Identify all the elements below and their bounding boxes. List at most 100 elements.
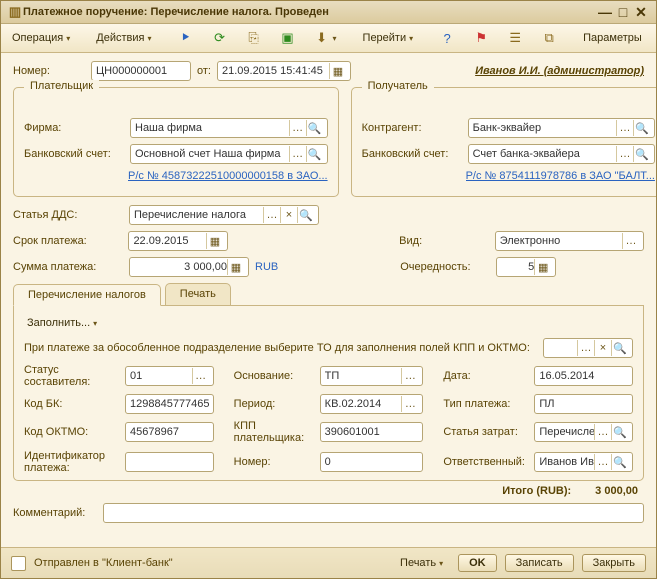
tool-config-button[interactable]: ⧉ xyxy=(534,27,564,49)
num-field[interactable] xyxy=(320,452,424,472)
tab-tax[interactable]: Перечисление налогов xyxy=(13,284,161,306)
select-icon[interactable]: … xyxy=(577,340,594,356)
select-icon[interactable]: … xyxy=(401,396,418,412)
calendar-icon[interactable]: ▦ xyxy=(206,233,223,249)
period-field[interactable]: … xyxy=(320,394,424,414)
num-input[interactable] xyxy=(325,453,419,471)
select-icon[interactable]: … xyxy=(594,424,611,440)
tool-list-button[interactable]: ☰ xyxy=(500,27,530,49)
kpp-field[interactable] xyxy=(320,422,424,442)
cost-field[interactable]: …🔍 xyxy=(534,422,633,442)
contragent-input[interactable] xyxy=(473,119,616,137)
period-input[interactable] xyxy=(325,395,402,413)
lookup-icon[interactable]: 🔍 xyxy=(611,340,628,356)
date-input[interactable] xyxy=(222,62,329,80)
params-button[interactable]: Параметры xyxy=(576,29,649,47)
oktmo-field[interactable] xyxy=(125,422,214,442)
cost-input[interactable] xyxy=(539,423,594,441)
calc-icon[interactable]: ▦ xyxy=(227,259,244,275)
tab-print[interactable]: Печать xyxy=(165,283,231,305)
tool-post-button[interactable]: ⯈ xyxy=(171,27,201,49)
reason-field[interactable]: … xyxy=(320,366,424,386)
kpp-input[interactable] xyxy=(325,423,419,441)
kind-field[interactable]: … xyxy=(495,231,644,251)
save-button[interactable]: Записать xyxy=(505,554,574,572)
calendar-icon[interactable]: ▦ xyxy=(329,63,346,79)
payer-account-input[interactable] xyxy=(135,145,289,163)
comment-field[interactable] xyxy=(103,503,644,523)
calc-icon[interactable]: ▦ xyxy=(534,259,551,275)
resp-input[interactable] xyxy=(539,453,594,471)
order-input[interactable] xyxy=(501,258,534,276)
print-menu[interactable]: Печать ▾ xyxy=(393,554,450,572)
oktmo-input[interactable] xyxy=(130,423,209,441)
reason-input[interactable] xyxy=(325,367,402,385)
close-button[interactable]: ✕ xyxy=(632,4,650,20)
order-field[interactable]: ▦ xyxy=(496,257,556,277)
tool-structure-button[interactable]: ⚑ xyxy=(466,27,496,49)
ptype-field[interactable] xyxy=(534,394,633,414)
go-menu[interactable]: Перейти ▾ xyxy=(356,29,421,47)
user-link[interactable]: Иванов И.И. (администратор) xyxy=(475,65,644,77)
select-icon[interactable]: … xyxy=(289,120,306,136)
status-field[interactable]: … xyxy=(125,366,214,386)
kbk-field[interactable] xyxy=(125,394,214,414)
lookup-icon[interactable]: 🔍 xyxy=(297,207,314,223)
tdate-field[interactable] xyxy=(534,366,633,386)
minimize-button[interactable]: — xyxy=(596,4,614,20)
id-input[interactable] xyxy=(130,453,209,471)
select-icon[interactable]: … xyxy=(289,146,306,162)
due-field[interactable]: ▦ xyxy=(128,231,228,251)
clear-icon[interactable]: × xyxy=(594,340,611,356)
payee-account-field[interactable]: … 🔍 xyxy=(468,144,655,164)
kind-input[interactable] xyxy=(500,232,622,250)
firm-field[interactable]: … 🔍 xyxy=(130,118,328,138)
ok-button[interactable]: OK xyxy=(458,554,497,572)
payee-rs-link[interactable]: Р/с № 8754111978786 в ЗАО "БАЛТ... xyxy=(466,170,655,182)
to-field[interactable]: … × 🔍 xyxy=(543,338,633,358)
number-field[interactable] xyxy=(91,61,191,81)
resp-field[interactable]: …🔍 xyxy=(534,452,633,472)
select-icon[interactable]: … xyxy=(594,454,611,470)
id-field[interactable] xyxy=(125,452,214,472)
lookup-icon[interactable]: 🔍 xyxy=(306,146,323,162)
select-icon[interactable]: … xyxy=(616,120,633,136)
payer-rs-link[interactable]: Р/с № 45873222510000000158 в ЗАО... xyxy=(128,170,328,182)
dds-input[interactable] xyxy=(134,206,263,224)
select-icon[interactable]: … xyxy=(192,368,209,384)
lookup-icon[interactable]: 🔍 xyxy=(633,120,650,136)
clear-icon[interactable]: × xyxy=(280,207,297,223)
contragent-field[interactable]: … 🔍 xyxy=(468,118,655,138)
actions-menu[interactable]: Действия ▾ xyxy=(89,29,158,47)
payee-account-input[interactable] xyxy=(473,145,616,163)
tdate-input[interactable] xyxy=(539,367,628,385)
tool-help-button[interactable]: ? xyxy=(432,27,462,49)
comment-input[interactable] xyxy=(108,504,639,522)
close-form-button[interactable]: Закрыть xyxy=(582,554,646,572)
date-field[interactable]: ▦ xyxy=(217,61,351,81)
tool-attach-button[interactable]: ⬇▾ xyxy=(307,27,344,49)
lookup-icon[interactable]: 🔍 xyxy=(611,454,628,470)
payer-account-field[interactable]: … 🔍 xyxy=(130,144,328,164)
select-icon[interactable]: … xyxy=(622,233,639,249)
due-input[interactable] xyxy=(133,232,206,250)
maximize-button[interactable]: □ xyxy=(614,4,632,20)
status-input[interactable] xyxy=(130,367,192,385)
operation-menu[interactable]: Операция ▾ xyxy=(5,29,77,47)
lookup-icon[interactable]: 🔍 xyxy=(633,146,650,162)
to-input[interactable] xyxy=(548,339,577,357)
select-icon[interactable]: … xyxy=(263,207,280,223)
kbk-input[interactable] xyxy=(130,395,209,413)
select-icon[interactable]: … xyxy=(401,368,418,384)
tool-copy-button[interactable]: ⎘ xyxy=(239,27,269,49)
sum-input[interactable] xyxy=(134,258,227,276)
tool-refresh-button[interactable]: ⟳ xyxy=(205,27,235,49)
tool-based-button[interactable]: ▣ xyxy=(273,27,303,49)
select-icon[interactable]: … xyxy=(616,146,633,162)
ptype-input[interactable] xyxy=(539,395,628,413)
lookup-icon[interactable]: 🔍 xyxy=(611,424,628,440)
lookup-icon[interactable]: 🔍 xyxy=(306,120,323,136)
number-input[interactable] xyxy=(96,62,186,80)
sent-checkbox[interactable] xyxy=(11,556,26,571)
dds-field[interactable]: … × 🔍 xyxy=(129,205,319,225)
